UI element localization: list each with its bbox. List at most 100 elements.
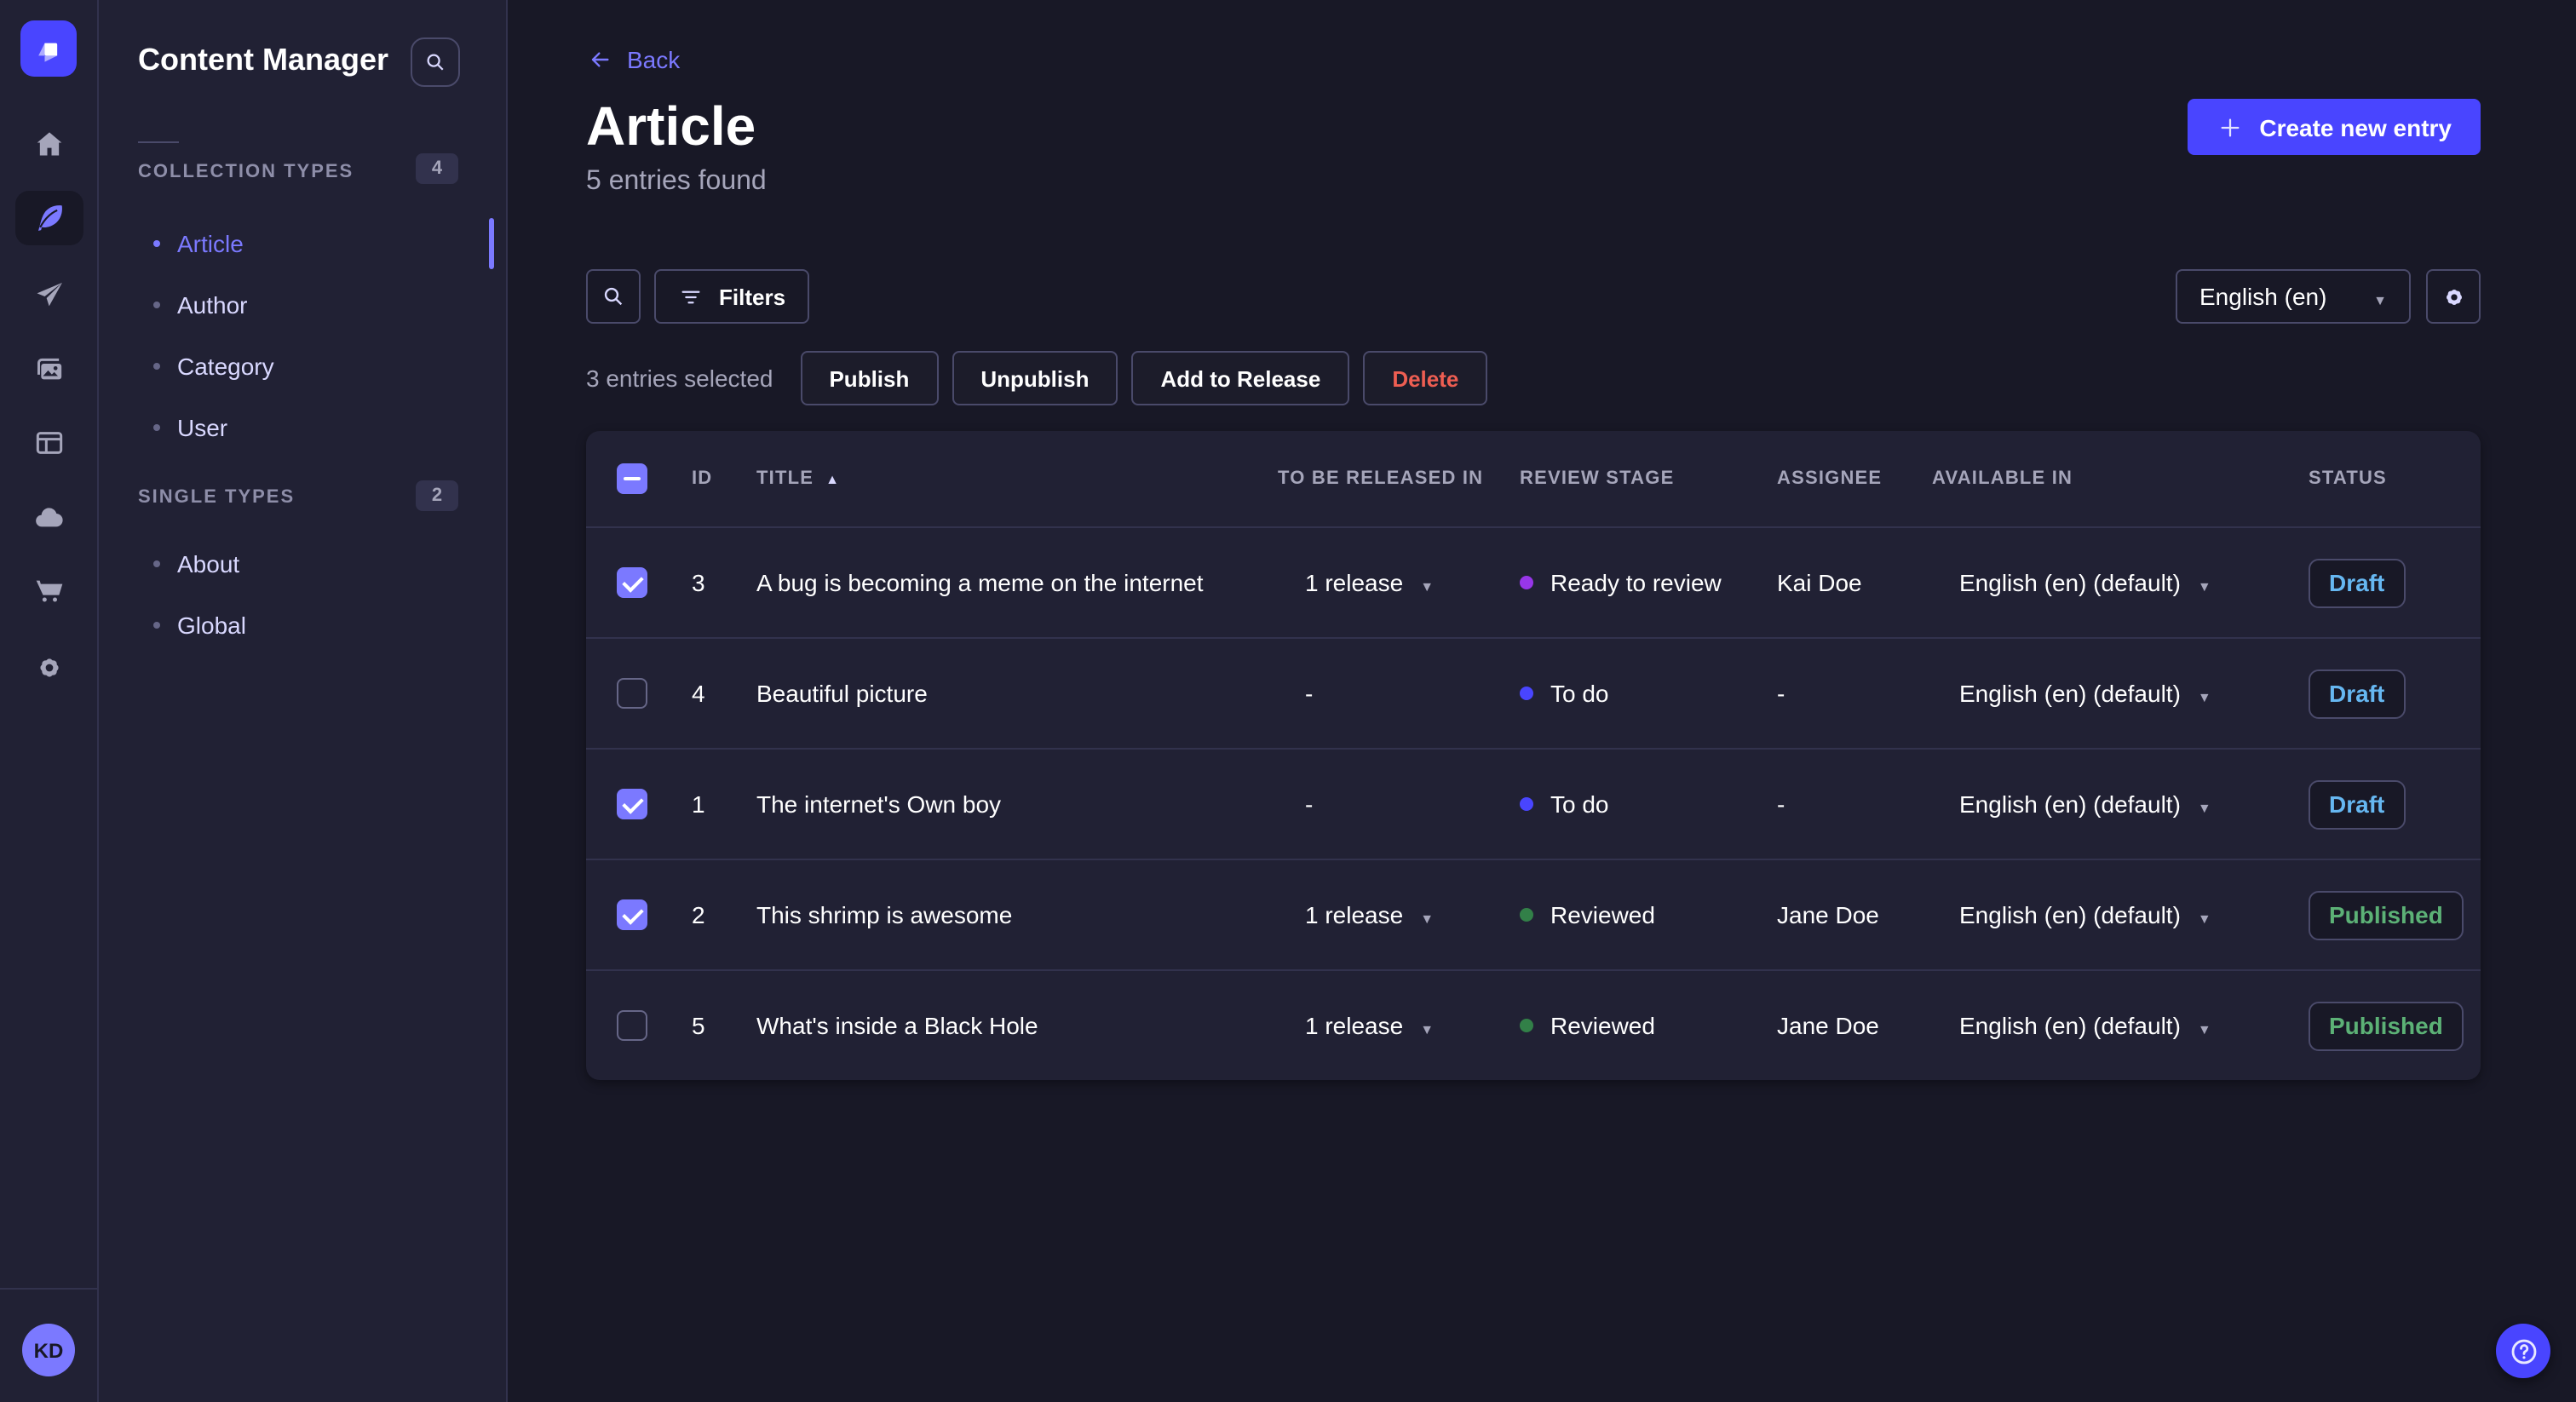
row-checkbox[interactable] — [617, 1010, 647, 1041]
cell-assignee: Jane Doe — [1777, 901, 1879, 928]
collection-types-list: Article Author Category User — [99, 213, 506, 458]
single-types-count-badge: 2 — [416, 480, 458, 511]
table-row[interactable]: 3 A bug is becoming a meme on the intern… — [586, 526, 2481, 637]
cell-id: 2 — [692, 901, 705, 928]
cell-release: - — [1305, 790, 1314, 818]
table-header: ID TITLE TO BE RELEASED IN REVIEW STAGE … — [586, 431, 2481, 526]
cell-release[interactable]: 1 release — [1278, 569, 1520, 596]
row-checkbox[interactable] — [617, 789, 647, 819]
create-new-entry-button[interactable]: Create new entry — [2188, 99, 2481, 155]
row-checkbox[interactable] — [617, 899, 647, 930]
arrow-left-icon — [591, 52, 609, 67]
gear-icon — [40, 658, 59, 677]
user-avatar[interactable]: KD — [22, 1324, 75, 1376]
cell-release[interactable]: 1 release — [1278, 901, 1520, 928]
home-icon — [37, 132, 62, 156]
plus-icon — [2221, 118, 2240, 136]
subnav-divider — [138, 141, 179, 143]
nav-content-type-builder[interactable] — [15, 416, 83, 470]
bullet-icon — [153, 560, 160, 567]
nav-home[interactable] — [15, 118, 83, 172]
chevron-down-icon — [2198, 569, 2211, 596]
sidebar-item-author[interactable]: Author — [99, 274, 506, 336]
cell-title: A bug is becoming a meme on the internet — [756, 569, 1204, 596]
col-review-stage[interactable]: REVIEW STAGE — [1520, 468, 1777, 489]
cell-available-in[interactable]: English (en) (default) — [1932, 790, 2309, 818]
subnav-search-button[interactable] — [411, 37, 460, 87]
row-checkbox[interactable] — [617, 678, 647, 709]
col-assignee[interactable]: ASSIGNEE — [1777, 468, 1932, 489]
view-settings-button[interactable] — [2426, 269, 2481, 324]
chevron-down-icon — [2198, 1012, 2211, 1039]
search-button[interactable] — [586, 269, 641, 324]
sidebar-item-article[interactable]: Article — [99, 213, 506, 274]
nav-media-library[interactable] — [15, 342, 83, 397]
cell-id: 5 — [692, 1012, 705, 1039]
layout-icon — [36, 432, 63, 454]
sidebar-item-about[interactable]: About — [99, 533, 506, 595]
cell-title: Beautiful picture — [756, 680, 928, 707]
row-checkbox[interactable] — [617, 567, 647, 598]
strapi-admin: KD Content Manager COLLECTION TYPES 4 Ar… — [0, 0, 2576, 1402]
chevron-down-icon — [2373, 283, 2387, 310]
cell-assignee: - — [1777, 680, 1785, 707]
section-collection-types: COLLECTION TYPES — [138, 162, 354, 182]
col-release[interactable]: TO BE RELEASED IN — [1278, 468, 1520, 489]
publish-button[interactable]: Publish — [800, 351, 939, 405]
nav-settings[interactable] — [15, 641, 83, 695]
strapi-logo[interactable] — [20, 20, 77, 77]
locale-select[interactable]: English (en) — [2176, 269, 2411, 324]
active-item-indicator — [489, 218, 494, 269]
cell-id: 1 — [692, 790, 705, 818]
sidebar-item-category[interactable]: Category — [99, 336, 506, 397]
unpublish-button[interactable]: Unpublish — [952, 351, 1118, 405]
list-toolbar: Filters English (en) — [586, 269, 2481, 324]
single-types-list: About Global — [99, 533, 506, 656]
cell-assignee: - — [1777, 790, 1785, 818]
col-available-in[interactable]: AVAILABLE IN — [1932, 468, 2309, 489]
delete-button[interactable]: Delete — [1363, 351, 1488, 405]
chevron-down-icon — [2198, 901, 2211, 928]
nav-marketplace[interactable] — [15, 564, 83, 618]
nav-content-manager[interactable] — [15, 191, 83, 245]
bullet-icon — [153, 302, 160, 308]
bullet-icon — [153, 240, 160, 247]
cell-available-in[interactable]: English (en) (default) — [1932, 569, 2309, 596]
back-link[interactable]: Back — [586, 46, 680, 73]
nav-releases[interactable] — [15, 267, 83, 322]
stage-dot — [1520, 1019, 1533, 1032]
cell-available-in[interactable]: English (en) (default) — [1932, 680, 2309, 707]
nav-cloud[interactable] — [15, 491, 83, 545]
cell-release[interactable]: 1 release — [1278, 1012, 1520, 1039]
cell-assignee: Jane Doe — [1777, 1012, 1879, 1039]
content-manager-subnav: Content Manager COLLECTION TYPES 4 Artic… — [99, 0, 508, 1402]
stage-dot — [1520, 797, 1533, 811]
table-row[interactable]: 1 The internet's Own boy - To do - Engli… — [586, 748, 2481, 859]
help-button[interactable] — [2496, 1324, 2550, 1378]
filters-button[interactable]: Filters — [654, 269, 810, 324]
col-status[interactable]: STATUS — [2309, 468, 2481, 489]
chevron-down-icon — [2198, 790, 2211, 818]
select-all-checkbox[interactable] — [617, 463, 647, 494]
selection-actions: 3 entries selected Publish Unpublish Add… — [586, 351, 1488, 405]
cell-available-in[interactable]: English (en) (default) — [1932, 1012, 2309, 1039]
status-badge: Published — [2309, 1001, 2464, 1050]
table-row[interactable]: 2 This shrimp is awesome 1 release Revie… — [586, 859, 2481, 969]
entries-table: ID TITLE TO BE RELEASED IN REVIEW STAGE … — [586, 431, 2481, 1080]
cell-available-in[interactable]: English (en) (default) — [1932, 901, 2309, 928]
status-badge: Draft — [2309, 669, 2406, 718]
main-content: Back Article 5 entries found Create new … — [508, 0, 2576, 1402]
table-row[interactable]: 5 What's inside a Black Hole 1 release R… — [586, 969, 2481, 1080]
entries-count: 5 entries found — [586, 167, 767, 196]
paper-plane-icon — [37, 282, 62, 307]
col-id[interactable]: ID — [692, 468, 756, 489]
col-title[interactable]: TITLE — [756, 468, 1278, 489]
cell-review-stage: Ready to review — [1520, 569, 1777, 596]
stage-dot — [1520, 687, 1533, 700]
sidebar-item-user[interactable]: User — [99, 397, 506, 458]
table-row[interactable]: 4 Beautiful picture - To do - English (e… — [586, 637, 2481, 748]
add-to-release-button[interactable]: Add to Release — [1131, 351, 1350, 405]
sidebar-item-global[interactable]: Global — [99, 595, 506, 656]
page-title: Article — [586, 95, 756, 157]
cart-icon — [36, 580, 63, 602]
